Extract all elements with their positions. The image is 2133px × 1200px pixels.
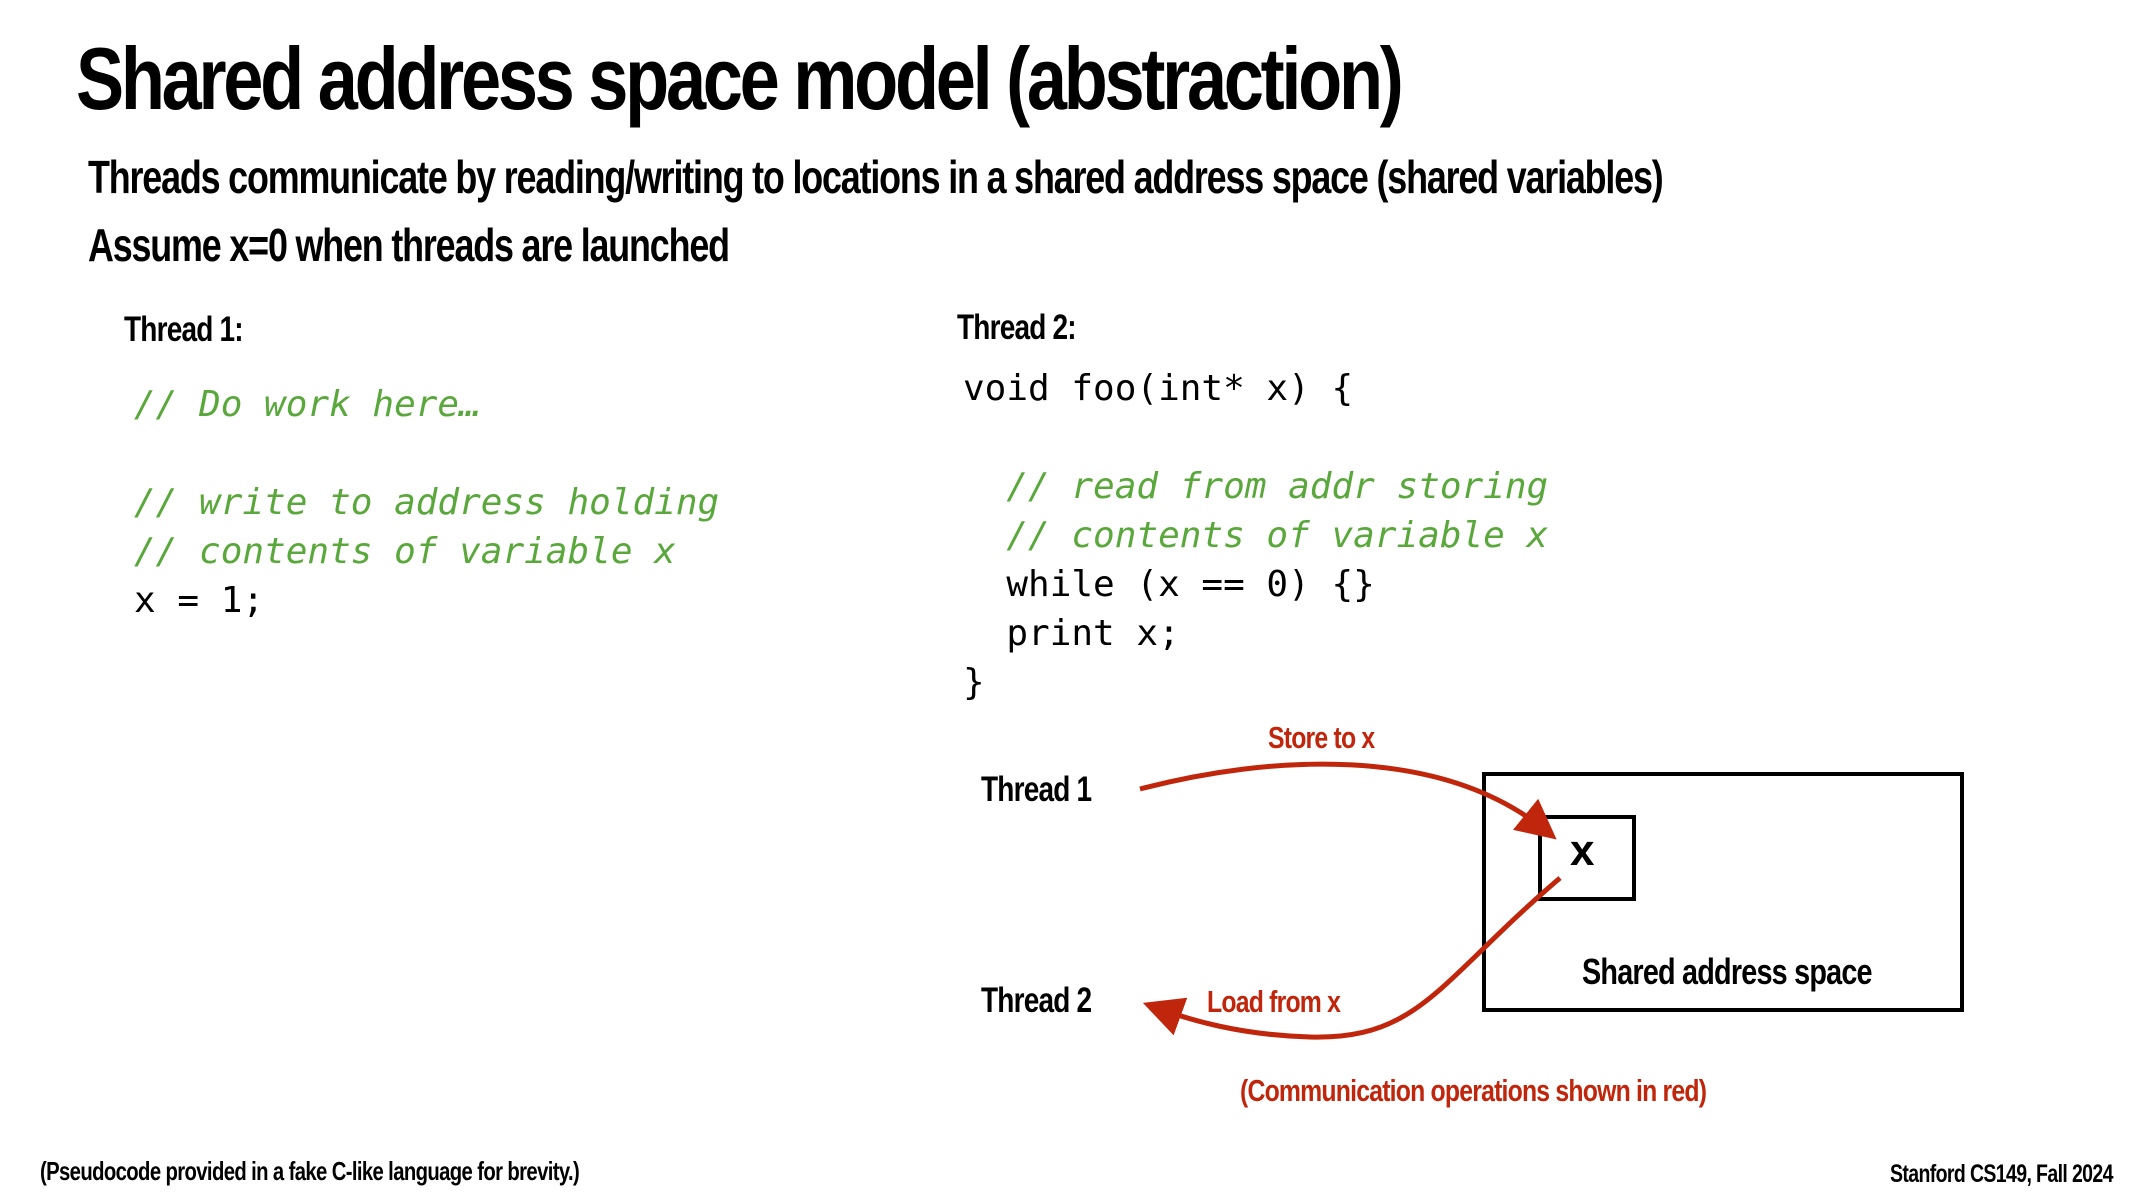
footer-credit: Stanford CS149, Fall 2024 [1890, 1160, 2113, 1188]
diagram-caption: (Communication operations shown in red) [1240, 1073, 1707, 1108]
footer-note: (Pseudocode provided in a fake C-like la… [40, 1156, 580, 1186]
store-label: Store to x [1268, 720, 1375, 755]
diagram-thread2-label: Thread 2 [981, 981, 1092, 1020]
variable-x-label: x [1570, 826, 1595, 875]
address-space-label: Shared address space [1582, 951, 1873, 992]
load-label: Load from x [1207, 984, 1341, 1019]
diagram-thread1-label: Thread 1 [981, 770, 1092, 809]
